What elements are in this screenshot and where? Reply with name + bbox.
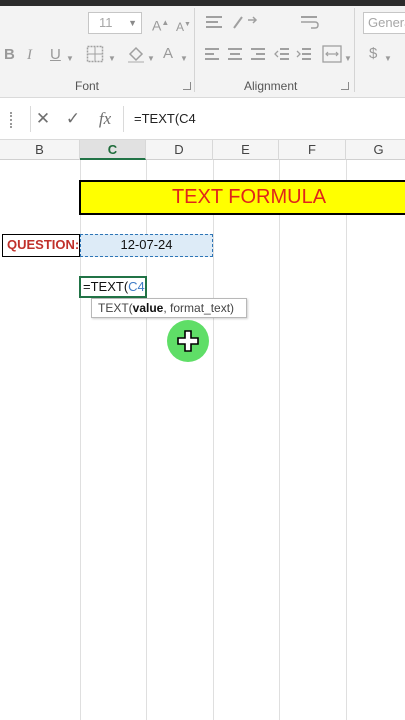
fill-color-icon[interactable] xyxy=(126,44,146,64)
align-center-icon[interactable] xyxy=(227,46,243,62)
align-left-icon[interactable] xyxy=(204,46,220,62)
formula-bar-separator xyxy=(30,106,31,132)
borders-icon[interactable] xyxy=(86,45,104,63)
decrease-indent-icon[interactable] xyxy=(274,46,290,62)
cursor-highlight xyxy=(167,320,209,362)
active-edit-cell[interactable]: =TEXT(C4 xyxy=(79,276,147,298)
merge-center-icon[interactable] xyxy=(322,44,342,64)
column-header-d[interactable]: D xyxy=(146,140,213,160)
grow-font-button[interactable]: A▲ xyxy=(152,14,169,35)
cell-cursor-icon xyxy=(177,330,199,352)
bold-button[interactable]: B xyxy=(4,46,15,64)
chevron-down-icon[interactable]: ▼ xyxy=(180,50,188,68)
increase-indent-icon[interactable] xyxy=(296,46,312,62)
title-cell[interactable]: TEXT FORMULA xyxy=(79,180,405,215)
chevron-down-icon[interactable]: ▼ xyxy=(66,50,74,68)
orientation-icon[interactable] xyxy=(232,14,258,30)
fx-label: fx xyxy=(98,109,112,128)
column-header-f[interactable]: F xyxy=(279,140,346,160)
cancel-icon[interactable]: ✕ xyxy=(32,107,54,131)
tooltip-current-arg: value xyxy=(132,301,164,315)
chevron-down-icon: ▼ xyxy=(128,18,137,28)
wrap-text-icon[interactable] xyxy=(300,14,320,30)
column-header-g[interactable]: G xyxy=(346,140,405,160)
formula-input[interactable]: =TEXT(C4 xyxy=(134,109,196,129)
enter-check-icon[interactable]: ✓ xyxy=(62,107,84,131)
chevron-down-icon[interactable]: ▼ xyxy=(384,50,392,68)
date-cell-c4[interactable]: 12-07-24 xyxy=(80,234,213,257)
tooltip-remaining-args: , format_text) xyxy=(163,301,235,315)
font-color-label: A xyxy=(163,45,174,62)
insert-function-icon[interactable]: fx xyxy=(93,107,117,131)
ribbon: 11 ▼ A▲ A▼ Genera B I U ▼ ▼ ▼ A ▼ xyxy=(0,0,405,97)
shrink-font-button[interactable]: A▼ xyxy=(176,16,191,36)
font-size-dropdown[interactable]: 11 ▼ xyxy=(88,12,142,34)
font-group-label: Font xyxy=(75,79,100,93)
grid-line xyxy=(213,160,214,720)
grip-icon[interactable] xyxy=(10,112,14,128)
currency-label: $ xyxy=(369,45,378,62)
number-format-dropdown[interactable]: Genera xyxy=(363,12,405,34)
edit-cell-prefix: =TEXT( xyxy=(83,279,129,294)
question-label-cell[interactable]: QUESTION: xyxy=(2,234,80,257)
column-headers: B C D E F G xyxy=(0,140,405,160)
align-right-icon[interactable] xyxy=(250,46,266,62)
formula-bar: ✕ ✓ fx =TEXT(C4 xyxy=(0,97,405,140)
chevron-down-icon[interactable]: ▼ xyxy=(147,50,155,68)
formula-bar-separator xyxy=(123,106,124,132)
underline-label: U xyxy=(50,46,61,63)
currency-button[interactable]: $ xyxy=(369,45,377,63)
shrink-font-label: A xyxy=(176,20,185,34)
font-color-button[interactable]: A xyxy=(163,45,173,63)
bold-label: B xyxy=(4,46,15,63)
group-separator xyxy=(194,8,195,92)
italic-button[interactable]: I xyxy=(27,46,32,64)
underline-button[interactable]: U xyxy=(50,46,61,64)
font-size-value: 11 xyxy=(99,15,113,30)
grid-line xyxy=(346,160,347,720)
dialog-launcher-icon[interactable] xyxy=(341,82,349,90)
ribbon-top-strip xyxy=(0,0,405,6)
function-tooltip[interactable]: TEXT(value, format_text) xyxy=(91,298,247,318)
column-header-e[interactable]: E xyxy=(213,140,279,160)
number-format-value: Genera xyxy=(368,15,405,30)
alignment-group-label: Alignment xyxy=(244,79,298,93)
grow-font-label: A xyxy=(152,17,162,34)
tooltip-function-name: TEXT( xyxy=(98,301,133,315)
chevron-down-icon[interactable]: ▼ xyxy=(108,50,116,68)
dialog-launcher-icon[interactable] xyxy=(183,82,191,90)
chevron-down-icon[interactable]: ▼ xyxy=(344,50,352,68)
wrap-align-top-icon[interactable] xyxy=(205,14,223,30)
group-separator xyxy=(354,8,355,92)
column-header-b[interactable]: B xyxy=(0,140,80,160)
edit-cell-reference: C4 xyxy=(128,279,145,294)
grid-line xyxy=(279,160,280,720)
italic-label: I xyxy=(27,47,32,63)
column-header-c[interactable]: C xyxy=(80,140,146,160)
